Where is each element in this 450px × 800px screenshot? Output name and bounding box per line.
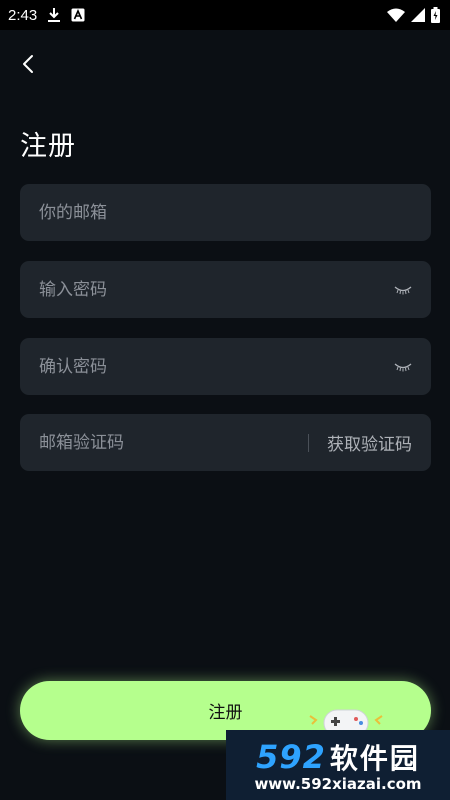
watermark-brand: 592 软件园 (256, 737, 420, 777)
a-badge-icon (71, 8, 85, 22)
signal-icon (411, 8, 425, 22)
divider (308, 433, 309, 452)
watermark-url: www.592xiazai.com (254, 775, 422, 793)
status-left: 2:43 (8, 7, 85, 24)
wifi-icon (387, 8, 405, 22)
download-icon (47, 7, 61, 23)
status-bar: 2:43 (0, 0, 450, 30)
watermark-number: 592 (256, 738, 326, 776)
eye-closed-icon[interactable] (393, 361, 413, 373)
battery-icon (431, 7, 440, 23)
watermark: 592 软件园 www.592xiazai.com (226, 730, 450, 800)
get-code-button[interactable]: 获取验证码 (327, 430, 412, 455)
email-input[interactable] (39, 184, 413, 241)
confirm-password-input[interactable] (39, 338, 393, 395)
confirm-password-field[interactable] (20, 338, 431, 395)
password-input[interactable] (39, 261, 393, 318)
email-code-input[interactable] (39, 414, 296, 471)
eye-closed-icon[interactable] (393, 284, 413, 296)
password-field[interactable] (20, 261, 431, 318)
register-button-label: 注册 (208, 703, 243, 723)
watermark-text: 软件园 (329, 742, 420, 775)
email-code-field[interactable]: 获取验证码 (20, 414, 431, 471)
chevron-left-icon (21, 53, 35, 79)
status-right (387, 7, 440, 23)
page-title: 注册 (20, 131, 76, 162)
email-field[interactable] (20, 184, 431, 241)
status-time: 2:43 (8, 6, 38, 24)
back-button[interactable] (14, 52, 42, 80)
